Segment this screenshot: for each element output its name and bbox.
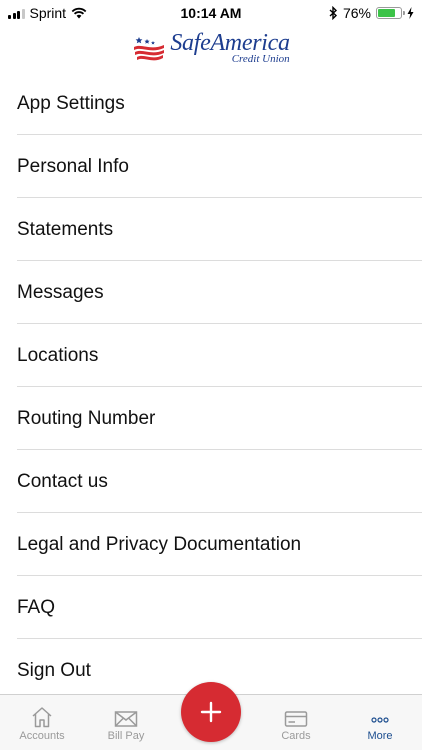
brand-name: SafeAmerica — [170, 30, 290, 56]
status-bar: Sprint 10:14 AM 76% — [0, 0, 422, 26]
menu-item-routing-number[interactable]: Routing Number — [0, 387, 422, 450]
ellipsis-icon — [371, 717, 389, 723]
menu-item-faq[interactable]: FAQ — [0, 576, 422, 639]
brand-subtitle: Credit Union — [231, 53, 290, 65]
safeamerica-flag-logo-icon — [134, 37, 165, 61]
plus-icon — [200, 701, 222, 723]
menu-item-contact-us[interactable]: Contact us — [0, 450, 422, 513]
tab-more-label: More — [367, 730, 393, 742]
tab-more[interactable]: More — [338, 694, 422, 750]
signal-strength-icon — [8, 8, 25, 19]
menu-item-locations[interactable]: Locations — [0, 324, 422, 387]
tab-accounts[interactable]: Accounts — [0, 694, 84, 750]
tab-cards[interactable]: Cards — [254, 694, 338, 750]
app-header: SafeAmerica Credit Union — [0, 26, 422, 70]
tab-bill-pay-label: Bill Pay — [107, 730, 145, 742]
credit-card-icon — [284, 711, 308, 727]
battery-icon — [376, 7, 405, 19]
add-action-button[interactable] — [181, 682, 241, 742]
house-icon — [32, 707, 52, 728]
tab-bill-pay[interactable]: Bill Pay — [84, 694, 168, 750]
envelope-icon — [114, 711, 138, 727]
bluetooth-icon — [329, 6, 337, 20]
menu-item-app-settings[interactable]: App Settings — [0, 72, 422, 135]
menu-item-messages[interactable]: Messages — [0, 261, 422, 324]
battery-percent: 76% — [342, 5, 371, 21]
tab-cards-label: Cards — [281, 730, 311, 742]
charging-bolt-icon — [407, 7, 414, 19]
more-menu-list: App Settings Personal Info Statements Me… — [0, 72, 422, 702]
carrier-name: Sprint — [29, 5, 67, 21]
tab-accounts-label: Accounts — [19, 730, 65, 742]
menu-item-legal-privacy[interactable]: Legal and Privacy Documentation — [0, 513, 422, 576]
menu-item-statements[interactable]: Statements — [0, 198, 422, 261]
menu-item-personal-info[interactable]: Personal Info — [0, 135, 422, 198]
wifi-icon — [71, 7, 87, 19]
